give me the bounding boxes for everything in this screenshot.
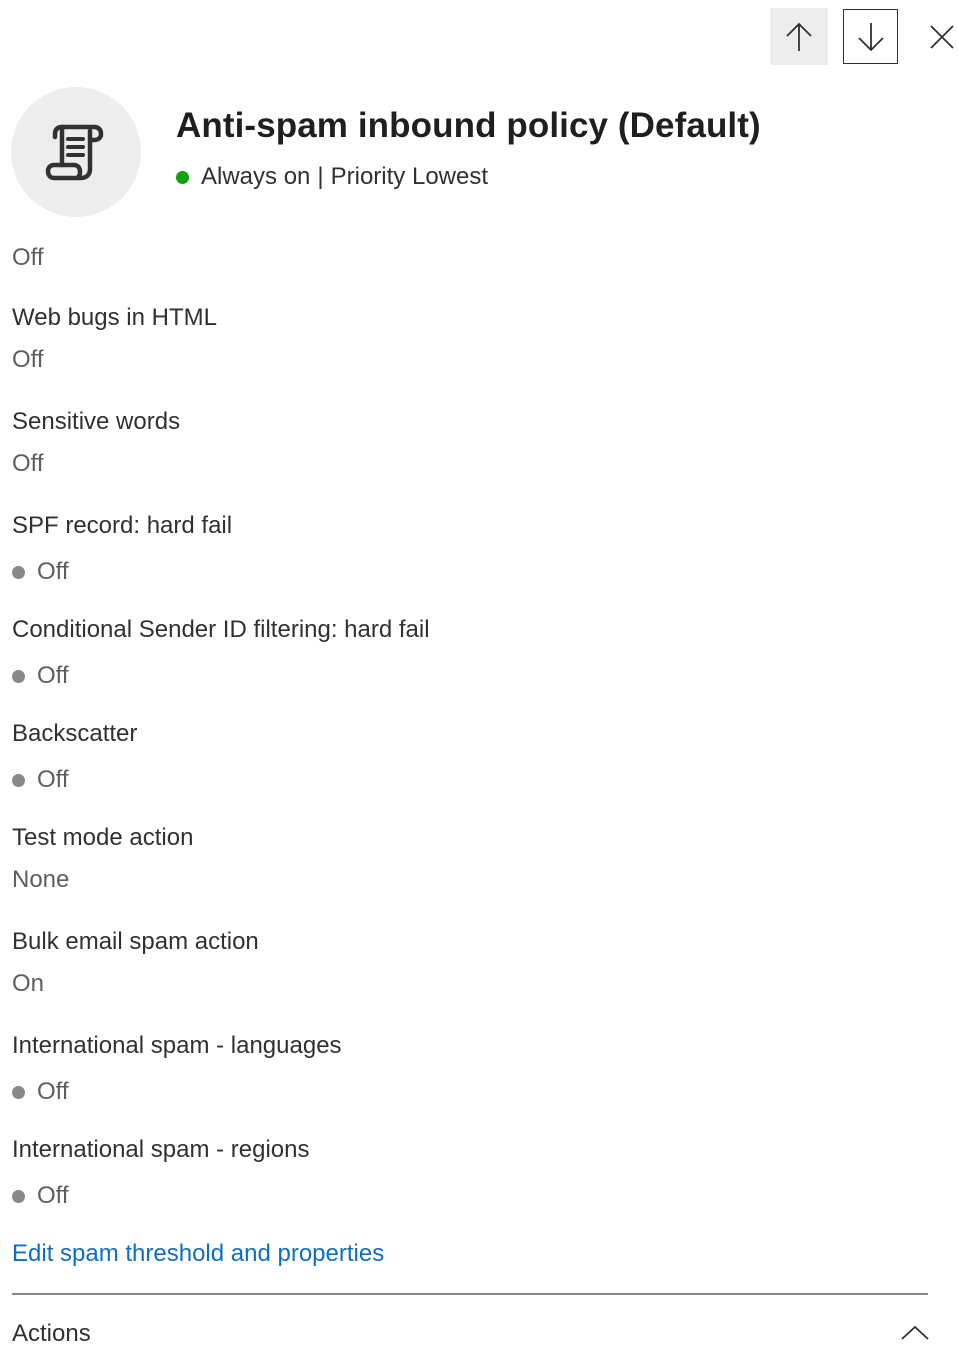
setting-value-text: Off <box>12 450 44 477</box>
setting-label: Bulk email spam action <box>12 928 259 955</box>
section-divider <box>12 1293 928 1295</box>
status-off-dot <box>12 1189 25 1203</box>
status-separator: | <box>317 163 324 190</box>
setting-label: Test mode action <box>12 824 194 851</box>
priority-text: Priority Lowest <box>330 163 489 190</box>
edit-spam-threshold-link[interactable]: Edit spam threshold and properties <box>12 1240 384 1268</box>
policy-scroll-icon <box>45 124 104 181</box>
setting-value: Off <box>12 449 932 479</box>
status-off-dot <box>12 1085 25 1099</box>
setting-value-text: Off <box>12 346 44 373</box>
setting-row: Bulk email spam action On <box>12 927 932 1031</box>
setting-row: International spam - languages Off <box>12 1031 932 1135</box>
policy-status: Always on | Priority Lowest <box>176 163 488 191</box>
settings-list: Web bugs in HTML Off Sensitive words Off SPF… <box>12 303 932 1239</box>
setting-label: Backscatter <box>12 720 138 747</box>
setting-row: International spam - regions Off <box>12 1135 932 1239</box>
setting-value-text: Off <box>37 662 69 689</box>
setting-value: On <box>12 969 932 999</box>
setting-row: Sensitive words Off <box>12 407 932 511</box>
setting-value-text: Off <box>37 1182 69 1209</box>
setting-label: Sensitive words <box>12 408 181 435</box>
setting-row: Backscatter Off <box>12 719 932 823</box>
setting-value-truncated: Off <box>12 244 44 271</box>
setting-label: International spam - languages <box>12 1032 342 1059</box>
setting-label: International spam - regions <box>12 1136 310 1163</box>
close-icon <box>930 25 954 49</box>
setting-label: Web bugs in HTML <box>12 304 217 331</box>
actions-collapse-button[interactable] <box>895 1318 935 1347</box>
setting-value-text: Off <box>37 1078 69 1105</box>
setting-value-text: Off <box>37 558 69 585</box>
setting-row: Web bugs in HTML Off <box>12 303 932 407</box>
actions-section-title: Actions <box>12 1320 91 1347</box>
status-off-dot <box>12 565 25 579</box>
setting-row: Conditional Sender ID filtering: hard fa… <box>12 615 932 719</box>
setting-label: SPF record: hard fail <box>12 512 233 539</box>
next-item-button[interactable] <box>843 9 898 64</box>
setting-value: Off <box>12 345 932 375</box>
setting-value: Off <box>12 557 932 587</box>
close-button[interactable] <box>918 14 958 60</box>
setting-value: None <box>12 865 932 895</box>
setting-value-text: On <box>12 970 45 997</box>
setting-row: SPF record: hard fail Off <box>12 511 932 615</box>
setting-value: Off <box>12 765 932 795</box>
setting-value: Off <box>12 1181 932 1211</box>
status-indicator-dot <box>176 170 189 184</box>
setting-label: Conditional Sender ID filtering: hard fa… <box>12 616 430 643</box>
setting-value-text: None <box>12 866 70 893</box>
policy-avatar <box>11 87 141 217</box>
setting-value: Off <box>12 1077 932 1107</box>
chevron-up-icon <box>901 1325 929 1340</box>
arrow-down-icon <box>857 22 884 51</box>
status-text: Always on <box>201 163 311 190</box>
setting-value: Off <box>12 661 932 691</box>
page-title: Anti-spam inbound policy (Default) <box>176 106 761 145</box>
previous-item-button[interactable] <box>770 8 828 65</box>
setting-value-text: Off <box>37 766 69 793</box>
policy-details-panel: Anti-spam inbound policy (Default) Alway… <box>0 0 958 1347</box>
arrow-up-icon <box>786 22 812 51</box>
setting-row: Test mode action None <box>12 823 932 927</box>
status-off-dot <box>12 773 25 787</box>
status-off-dot <box>12 669 25 683</box>
